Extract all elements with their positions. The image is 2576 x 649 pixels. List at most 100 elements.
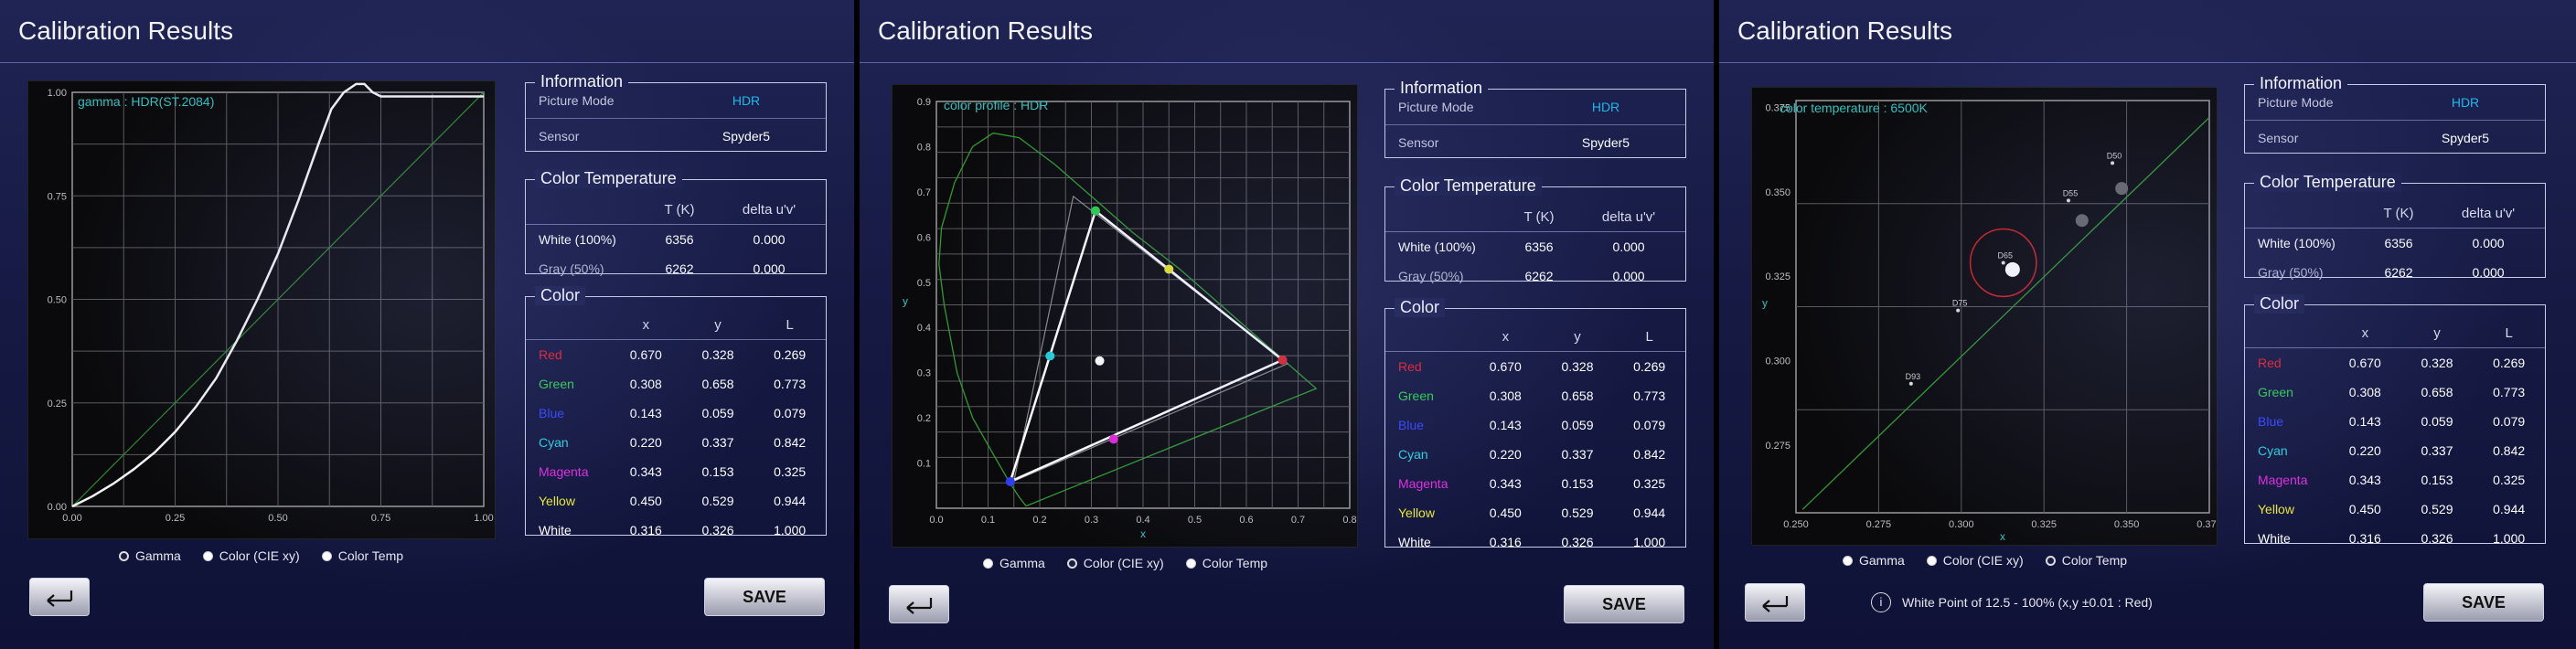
col-header: y	[681, 310, 754, 340]
cell-y: 0.059	[2421, 414, 2453, 429]
sensor-value: Spyder5	[2441, 131, 2490, 145]
x-tick-label: 0.0	[929, 515, 943, 526]
cell-t: 6356	[1524, 239, 1554, 254]
white-point-note-text: White Point of 12.5 - 100% (x,y ±0.01 : …	[1902, 595, 2153, 610]
color-box: Color xyL Red 0.670 0.328 0.269 Green 0.…	[525, 286, 827, 537]
view-option-label: Color (CIE xy)	[1942, 553, 2024, 568]
view-option-gamma[interactable]: Gamma	[119, 548, 181, 563]
view-option-gamma[interactable]: Gamma	[1843, 553, 1905, 568]
point-white	[1095, 356, 1105, 366]
sensor-label: Sensor	[1398, 135, 1439, 150]
table-row: Blue 0.143 0.059 0.079	[2245, 407, 2545, 436]
col-header: y	[2400, 318, 2474, 348]
table-row: Blue 0.143 0.059 0.079	[526, 399, 826, 428]
table-row: Cyan 0.220 0.337 0.842	[526, 428, 826, 457]
y-tick-label: 0.8	[917, 142, 931, 153]
cell-l: 0.079	[2493, 414, 2526, 429]
view-option-color-temp[interactable]: Color Temp	[2045, 553, 2127, 568]
y-tick-label: 0.325	[1765, 271, 1790, 282]
y-axis-label: y	[903, 295, 908, 308]
reference-label: D65	[1997, 250, 2013, 260]
view-option-label: Color (CIE xy)	[1083, 556, 1164, 570]
picture-mode-value: HDR	[732, 93, 761, 108]
cell-delta: 0.000	[2472, 265, 2505, 280]
view-option-label: Color (CIE xy)	[219, 548, 300, 563]
cell-x: 0.343	[629, 464, 662, 479]
table-row: Yellow 0.450 0.529 0.944	[2245, 495, 2545, 524]
info-icon: i	[1871, 592, 1891, 612]
chart-label: gamma : HDR(ST.2084)	[78, 94, 215, 109]
cell-l: 1.000	[2493, 531, 2526, 546]
radio-icon	[1926, 555, 1937, 566]
cell-x: 0.220	[2348, 443, 2381, 458]
sensor-label: Sensor	[539, 129, 580, 144]
color-temperature-box: Color Temperature T (K) delta u'v' White …	[525, 169, 827, 276]
view-option-color-temp[interactable]: Color Temp	[1185, 556, 1267, 570]
measured-gamut	[1008, 208, 1284, 484]
view-option-color-cie[interactable]: Color (CIE xy)	[202, 548, 300, 563]
cell-x: 0.450	[1489, 505, 1522, 520]
color-box: Color xyL Red 0.670 0.328 0.269 Green 0.…	[2244, 294, 2546, 546]
cell-y: 0.529	[2421, 502, 2453, 516]
x-tick-label: 0.6	[1239, 515, 1253, 526]
x-tick-label: 0.275	[1866, 519, 1892, 530]
color-table: xyL Red 0.670 0.328 0.269 Green 0.308 0.…	[526, 310, 826, 545]
corner-cell	[526, 310, 610, 340]
cell-x: 0.220	[1489, 447, 1522, 462]
back-button[interactable]	[29, 578, 90, 616]
cell-x: 0.450	[2348, 502, 2381, 516]
radio-icon	[1185, 558, 1196, 569]
cell-l: 0.944	[774, 494, 807, 508]
cell-y: 0.326	[701, 523, 734, 537]
cell-t: 6262	[2384, 265, 2413, 280]
save-button[interactable]: SAVE	[1564, 585, 1684, 623]
view-option-label: Gamma	[135, 548, 181, 563]
color-name: Cyan	[2258, 443, 2288, 458]
cell-x: 0.308	[629, 377, 662, 391]
cell-y: 0.658	[2421, 385, 2453, 399]
cie-chart: 0.0 0.1 0.2 0.3 0.4 0.5 0.6 0.7 0.8 0.1 0.2 0.3 0.4 0…	[892, 84, 1358, 548]
view-option-color-cie[interactable]: Color (CIE xy)	[1066, 556, 1164, 570]
cell-l: 0.773	[774, 377, 807, 391]
color-name: Magenta	[2258, 473, 2308, 487]
col-header: x	[2329, 318, 2401, 348]
x-tick-label: 0.75	[371, 513, 390, 524]
information-box: Information Picture Mode HDR Sensor Spyder…	[1384, 79, 1686, 158]
view-option-label: Color Temp	[337, 548, 404, 563]
save-button[interactable]: SAVE	[704, 578, 825, 616]
y-tick-label: 0.6	[917, 232, 931, 243]
table-row: Red 0.670 0.328 0.269	[1385, 352, 1685, 382]
color-name: Green	[2258, 385, 2293, 399]
y-tick-label: 0.9	[917, 97, 931, 108]
color-name: Red	[539, 347, 562, 362]
point-blue	[1005, 476, 1015, 486]
back-button[interactable]	[889, 585, 949, 623]
cell-y: 0.529	[701, 494, 734, 508]
table-row: Green 0.308 0.658 0.773	[1385, 381, 1685, 410]
table-row: Green 0.308 0.658 0.773	[2245, 378, 2545, 407]
cell-t: 6262	[665, 261, 694, 276]
save-button[interactable]: SAVE	[2423, 583, 2544, 622]
view-option-color-temp[interactable]: Color Temp	[321, 548, 404, 563]
reference-point	[1956, 308, 1961, 313]
x-tick-label: 0.50	[268, 513, 287, 524]
back-button[interactable]	[1745, 583, 1805, 622]
reference-label: D55	[2063, 188, 2079, 197]
view-option-color-cie[interactable]: Color (CIE xy)	[1926, 553, 2024, 568]
cell-l: 0.079	[774, 406, 807, 420]
point-red	[1277, 355, 1288, 365]
col-header-delta: delta u'v'	[2432, 198, 2545, 229]
cell-y: 0.658	[1561, 388, 1594, 403]
cell-x: 0.670	[629, 347, 662, 362]
color-temperature-table: T (K) delta u'v' White (100%) 6356 0.000 …	[1385, 202, 1685, 291]
cell-l: 0.325	[1633, 476, 1666, 491]
color-heading: Color	[535, 286, 586, 305]
row-label: Gray (50%)	[1398, 269, 1464, 283]
color-temp-chart-svg: 0.250 0.275 0.300 0.325 0.350 0.375 0.275 0.300…	[1762, 100, 2217, 543]
col-header-delta: delta u'v'	[1572, 202, 1685, 232]
reference-point	[2001, 261, 2005, 265]
cell-l: 0.325	[774, 464, 807, 479]
view-option-gamma[interactable]: Gamma	[983, 556, 1045, 570]
calibration-panel-color-temp: Calibration Results 0.250 0.275 0.300 0.325…	[1719, 0, 2576, 649]
sensor-label: Sensor	[2258, 131, 2299, 145]
